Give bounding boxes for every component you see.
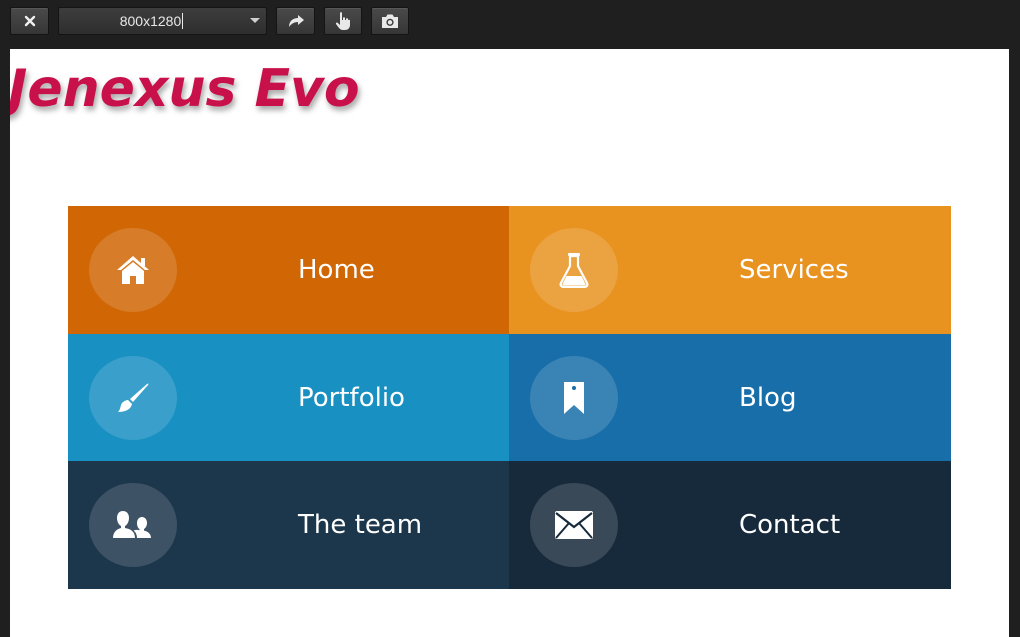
touch-icon [335, 12, 350, 30]
rotate-button[interactable] [276, 7, 315, 35]
home-icon [117, 256, 149, 284]
rotate-icon [288, 15, 304, 27]
close-button[interactable] [10, 7, 49, 35]
resolution-select[interactable]: 800x1280 [58, 7, 267, 35]
envelope-icon-circle [530, 483, 618, 567]
brush-icon [118, 383, 149, 412]
menu-label-services: Services [739, 255, 849, 285]
camera-icon [382, 14, 398, 28]
bookmark-icon [564, 381, 584, 414]
menu-tile-team[interactable]: The team [68, 461, 509, 589]
brush-icon-circle [89, 355, 177, 440]
emulator-toolbar: 800x1280 [0, 0, 1020, 48]
main-menu: Home Services Portfolio Blog The team Co… [68, 206, 951, 589]
chevron-down-icon [250, 18, 260, 23]
menu-label-blog: Blog [739, 382, 797, 413]
team-icon [113, 511, 151, 538]
envelope-icon [555, 511, 593, 539]
close-icon [24, 15, 35, 27]
menu-tile-contact[interactable]: Contact [509, 461, 951, 589]
bookmark-icon-circle [530, 355, 618, 440]
screenshot-button[interactable] [371, 7, 409, 35]
menu-tile-portfolio[interactable]: Portfolio [68, 334, 509, 461]
flask-icon-circle [530, 228, 618, 312]
site-brand[interactable]: Jenexus Evo [10, 59, 360, 119]
menu-label-portfolio: Portfolio [298, 382, 405, 413]
menu-tile-services[interactable]: Services [509, 206, 951, 334]
menu-tile-home[interactable]: Home [68, 206, 509, 334]
touch-button[interactable] [324, 7, 362, 35]
menu-label-home: Home [298, 255, 375, 285]
menu-tile-blog[interactable]: Blog [509, 334, 951, 461]
home-icon-circle [89, 228, 177, 312]
menu-label-team: The team [298, 510, 423, 540]
flask-icon [559, 253, 589, 288]
text-caret [182, 13, 184, 29]
device-viewport: Jenexus Evo Home Services Portfolio Blog… [10, 49, 1009, 637]
team-icon-circle [89, 483, 177, 567]
resolution-value: 800x1280 [119, 13, 182, 29]
menu-label-contact: Contact [739, 510, 841, 540]
